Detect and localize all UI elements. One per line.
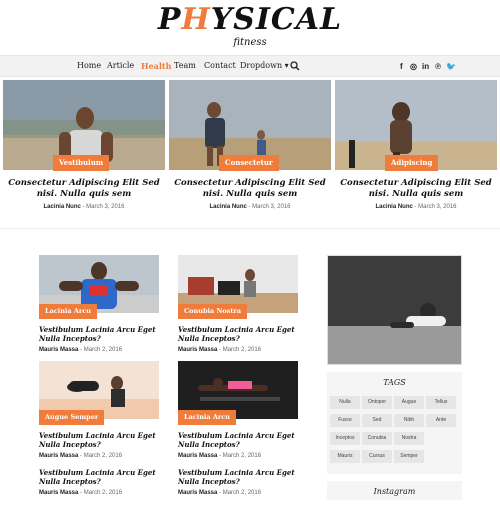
post-meta: Mauris Massa - March 2, 2016 (39, 490, 123, 496)
tag-chip[interactable]: Nibh (394, 414, 424, 427)
pinterest-icon[interactable]: ℗ (435, 62, 441, 71)
featured-card[interactable]: Consectetur Consectetur Adipiscing Elit … (169, 80, 331, 220)
post-meta: Lacinia Nunc - March 3, 2016 (209, 204, 291, 210)
post-card[interactable]: Vestibulum Lacinia Arcu Eget Nulla Incep… (178, 398, 298, 508)
tag-chip[interactable]: Augue (394, 396, 424, 409)
instagram-title: Instagram (373, 487, 416, 496)
instagram-icon[interactable]: ◎ (410, 62, 417, 71)
post-meta: Mauris Massa - March 2, 2016 (178, 347, 262, 353)
linkedin-icon[interactable]: in (422, 62, 429, 71)
featured-card[interactable]: Adipiscing Consectetur Adipiscing Elit S… (335, 80, 497, 220)
tag-chip[interactable]: Ontoper (362, 396, 392, 409)
category-tag[interactable]: Vestibulum (53, 155, 110, 171)
category-tag[interactable]: Lacinia Arcu (39, 304, 98, 319)
featured-title[interactable]: Consectetur Adipiscing Elit Sed nisi. Nu… (3, 178, 165, 200)
nav-item-article[interactable]: Article (107, 61, 134, 70)
tag-chip[interactable]: Ante (426, 414, 456, 427)
main-navbar: Home Article Health Team Contact Dropdow… (0, 55, 500, 77)
nav-item-home[interactable]: Home (77, 61, 101, 70)
tag-chip[interactable]: Semper (394, 450, 424, 463)
featured-title[interactable]: Consectetur Adipiscing Elit Sed nisi. Nu… (169, 178, 331, 200)
post-meta: Mauris Massa - March 2, 2016 (39, 347, 123, 353)
featured-card[interactable]: Vestibulum Consectetur Adipiscing Elit S… (3, 80, 165, 220)
category-tag[interactable]: Consectetur (219, 155, 279, 171)
tag-chip[interactable]: Fusce (330, 414, 360, 427)
tag-chip[interactable]: Nulla (330, 396, 360, 409)
category-tag[interactable]: Conubia Nostra (178, 304, 248, 319)
post-title[interactable]: Vestibulum Lacinia Arcu Eget Nulla Incep… (39, 468, 159, 486)
site-logo[interactable]: PHYSICAL fitness (0, 0, 500, 54)
post-title[interactable]: Vestibulum Lacinia Arcu Eget Nulla Incep… (39, 325, 159, 343)
nav-item-dropdown[interactable]: Dropdown ▾ (240, 61, 289, 70)
twitter-icon[interactable]: 🐦 (446, 62, 456, 71)
tag-chip[interactable]: Sed (362, 414, 392, 427)
post-card[interactable]: Conubia Nostra Vestibulum Lacinia Arcu E… (178, 255, 298, 365)
post-meta: Mauris Massa - March 2, 2016 (178, 490, 262, 496)
post-title[interactable]: Vestibulum Lacinia Arcu Eget Nulla Incep… (178, 325, 298, 343)
sidebar-photo[interactable] (327, 255, 462, 365)
nav-item-team[interactable]: Team (174, 61, 196, 70)
tag-chip[interactable]: Inceptos (330, 432, 360, 445)
logo-wordmark: PHYSICAL (157, 2, 343, 37)
logo-tagline: fitness (233, 37, 267, 48)
tag-chip[interactable]: Conubia (362, 432, 392, 445)
category-tag[interactable]: Adipiscing (385, 155, 439, 171)
tags-title: TAGS (383, 378, 406, 387)
search-icon[interactable] (290, 61, 300, 71)
featured-title[interactable]: Consectetur Adipiscing Elit Sed nisi. Nu… (335, 178, 497, 200)
post-title[interactable]: Vestibulum Lacinia Arcu Eget Nulla Incep… (178, 468, 298, 486)
tag-chip[interactable]: Nostra (394, 432, 424, 445)
tags-widget: TAGS Nulla Ontoper Augue Tellus Fusce Se… (327, 372, 462, 474)
tag-chip[interactable]: Tellus (426, 396, 456, 409)
post-card[interactable]: Lacinia Arcu Vestibulum Lacinia Arcu Ege… (39, 255, 159, 365)
post-meta: Lacinia Nunc - March 3, 2016 (375, 204, 457, 210)
tag-chip[interactable]: Mauris (330, 450, 360, 463)
tag-chip[interactable]: Cursus (362, 450, 392, 463)
facebook-icon[interactable]: f (400, 62, 403, 71)
post-meta: Lacinia Nunc - March 3, 2016 (43, 204, 125, 210)
instagram-widget: Instagram (327, 481, 462, 500)
nav-item-contact[interactable]: Contact (204, 61, 236, 70)
nav-item-health[interactable]: Health (141, 61, 171, 71)
post-card[interactable]: Vestibulum Lacinia Arcu Eget Nulla Incep… (39, 398, 159, 508)
